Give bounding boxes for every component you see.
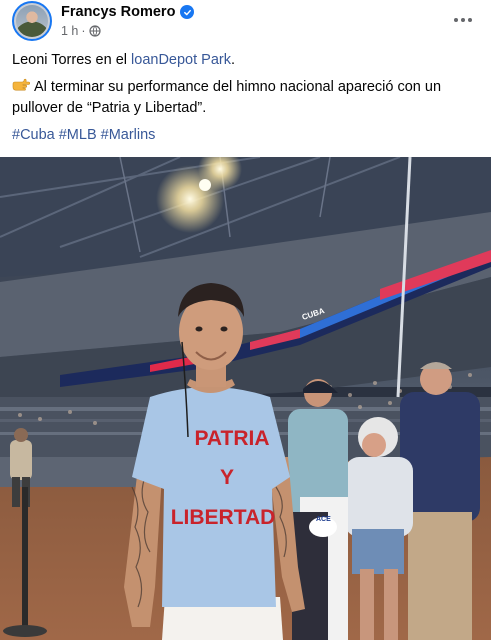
post-meta: 1 h · (61, 24, 101, 38)
post-time[interactable]: 1 h (61, 24, 78, 38)
post-text-prefix: Leoni Torres en el (12, 52, 132, 68)
author-row: Francys Romero (61, 3, 195, 21)
hashtag-mlb[interactable]: #MLB (59, 127, 97, 143)
post-text-line-2: Al terminar su performance del himno nac… (12, 77, 441, 97)
globe-icon (88, 25, 101, 37)
avatar-image (16, 5, 48, 37)
hashtag-cuba[interactable]: #Cuba (12, 127, 55, 143)
hashtag-row: #Cuba #MLB #Marlins (12, 125, 159, 145)
pointing-right-emoji-icon (12, 77, 31, 93)
facebook-post: Francys Romero 1 h · Leoni Torres en el … (0, 0, 491, 640)
hashtag-marlins[interactable]: #Marlins (101, 127, 156, 143)
post-text-line-2-text: Al terminar su performance del himno nac… (34, 79, 442, 95)
verified-badge-icon (180, 5, 195, 19)
post-text-line-3: pullover de “Patria y Libertad”. (12, 100, 207, 116)
meta-separator: · (81, 24, 86, 38)
more-options-icon[interactable] (453, 10, 473, 30)
author-name[interactable]: Francys Romero (61, 4, 175, 20)
shirt-text-line-2: Y (220, 466, 234, 489)
shirt-text-line-3: LIBERTAD (171, 506, 276, 529)
badge-text: ACE (316, 516, 331, 523)
venue-link[interactable]: loanDepot Park (131, 52, 231, 68)
post-photo[interactable]: CUBA ACE PATRIA Y LIBERTAD (0, 157, 491, 640)
shirt-text-line-1: PATRIA (194, 427, 269, 450)
post-header: Francys Romero 1 h · (0, 0, 491, 44)
post-text-line-1: Leoni Torres en el loanDepot Park. (12, 50, 235, 70)
post-text-suffix: . (230, 52, 236, 68)
author-avatar[interactable] (12, 1, 52, 41)
stadium-photo-illustration: CUBA ACE PATRIA Y LIBERTAD (0, 157, 491, 640)
